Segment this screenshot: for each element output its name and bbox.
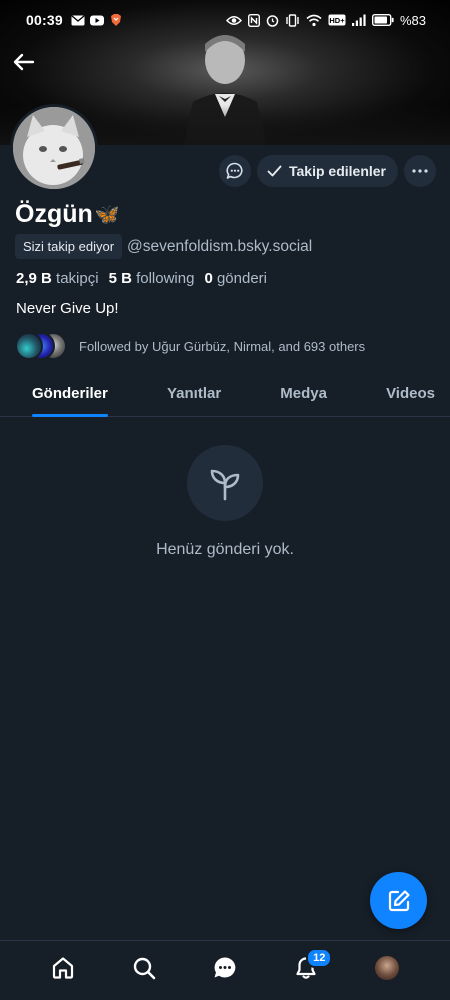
followers-label: takipçi: [56, 270, 99, 287]
profile-bio: Never Give Up!: [16, 300, 119, 317]
posts-count: 0: [204, 270, 213, 287]
nav-notifications[interactable]: 12: [286, 947, 333, 988]
profile-avatar[interactable]: [10, 104, 98, 192]
wifi-icon: [306, 14, 322, 26]
profile-handle-row: Sizi takip ediyor @sevenfoldism.bsky.soc…: [15, 234, 312, 259]
status-time: 00:39: [26, 12, 63, 28]
nfc-icon: [247, 13, 260, 27]
nav-messages[interactable]: [205, 948, 245, 988]
svg-text:HD+: HD+: [329, 16, 345, 25]
follows-you-badge: Sizi takip ediyor: [15, 234, 123, 259]
display-name-text: Özgün: [15, 200, 93, 228]
mail-icon: [71, 15, 85, 25]
posts-label: gönderi: [216, 270, 268, 287]
status-bar: 00:39 HD+ %83: [0, 0, 450, 40]
empty-state-message: Henüz gönderi yok.: [156, 541, 294, 558]
following-button[interactable]: Takip edilenler: [257, 155, 398, 187]
check-icon: [267, 165, 282, 177]
nav-search[interactable]: [124, 948, 164, 988]
known-follower-avatar: [15, 332, 43, 360]
chat-bubble-icon: [226, 162, 243, 179]
chat-icon: [214, 957, 236, 977]
following-label: following: [136, 270, 195, 287]
empty-state-icon-circle: [187, 445, 263, 521]
back-button[interactable]: [10, 48, 38, 76]
followed-by-text: Followed by Uğur Gürbüz, Nirmal, and 693…: [79, 338, 366, 354]
ellipsis-icon: [412, 169, 428, 173]
youtube-icon: [89, 15, 104, 25]
profile-tabs: Gönderiler Yanıtlar Medya Videos: [0, 372, 450, 417]
nav-profile[interactable]: [367, 948, 407, 988]
compose-post-button[interactable]: [370, 872, 427, 929]
compose-icon: [388, 889, 410, 911]
more-options-button[interactable]: [404, 155, 436, 187]
arrow-left-icon: [13, 53, 35, 71]
brave-icon: [110, 14, 121, 26]
following-count: 5 B: [108, 270, 132, 287]
notifications-count-badge: 12: [306, 947, 333, 968]
signal-icon: [351, 14, 366, 26]
cat-avatar-image: [13, 107, 95, 189]
following-button-label: Takip edilenler: [289, 163, 386, 179]
tab-videos[interactable]: Videos: [386, 372, 435, 417]
vibrate-icon: [286, 13, 299, 27]
message-button[interactable]: [219, 155, 251, 187]
profile-stats: 2,9 B takipçi 5 B following 0 gönderi: [16, 270, 267, 287]
butterfly-emoji: 🦋: [94, 204, 120, 226]
nav-home[interactable]: [43, 948, 83, 988]
profile-actions: Takip edilenler: [219, 155, 436, 187]
battery-percent: %83: [399, 12, 426, 28]
bottom-navigation: 12: [0, 940, 450, 1000]
tab-posts[interactable]: Gönderiler: [32, 372, 108, 417]
followers-stat[interactable]: 2,9 B takipçi: [16, 270, 99, 287]
battery-icon: [371, 14, 394, 26]
search-icon: [133, 957, 156, 979]
hd-icon: HD+: [328, 14, 346, 26]
known-followers-avatars: [15, 332, 67, 360]
tab-replies[interactable]: Yanıtlar: [167, 372, 221, 417]
home-icon: [52, 956, 73, 979]
followers-count: 2,9 B: [16, 270, 52, 287]
tab-media[interactable]: Medya: [280, 372, 327, 417]
own-avatar: [375, 955, 400, 980]
profile-display-name: Özgün 🦋: [15, 200, 120, 229]
posts-stat: 0 gönderi: [204, 270, 267, 287]
followed-by-row[interactable]: Followed by Uğur Gürbüz, Nirmal, and 693…: [15, 332, 365, 360]
profile-handle: @sevenfoldism.bsky.social: [127, 237, 313, 255]
eye-icon: [225, 15, 242, 25]
alarm-icon: [266, 14, 279, 27]
following-stat[interactable]: 5 B following: [109, 270, 195, 287]
sprout-icon: [210, 469, 240, 501]
